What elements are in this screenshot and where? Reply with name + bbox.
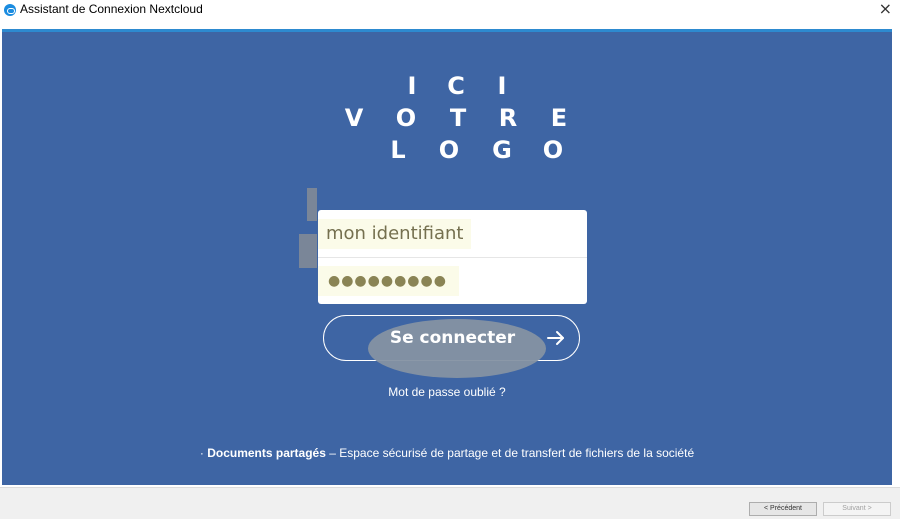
footer-bold: Documents partagés [207, 446, 326, 460]
window-title: Assistant de Connexion Nextcloud [20, 2, 203, 16]
arrow-right-icon [547, 331, 564, 345]
footer-tagline: · Documents partagés – Espace sécurisé d… [2, 446, 892, 460]
wizard-button-bar: < Précédent Suivant > [0, 487, 900, 519]
logo-letter: T [449, 104, 467, 132]
logo-letter: V [344, 104, 364, 132]
logo-letter: E [550, 104, 568, 132]
username-input[interactable]: mon identifiant [318, 219, 472, 249]
password-input[interactable]: ●●●●●●●●● [318, 266, 459, 296]
logo-letter: C [447, 72, 465, 100]
next-button[interactable]: Suivant > [823, 502, 891, 516]
logo-letter: I [407, 72, 417, 100]
logo-letter: O [395, 104, 417, 132]
forgot-password-link[interactable]: Mot de passe oublié ? [2, 385, 892, 399]
field-overlay-left [299, 234, 317, 268]
field-divider [318, 257, 587, 258]
logo-letter: L [390, 136, 406, 164]
window-edge [893, 29, 900, 487]
field-overlay-left [307, 188, 317, 221]
connect-label: Se connecter [389, 328, 516, 348]
close-icon[interactable]: × [879, 0, 892, 18]
connect-button[interactable]: Se connecter [323, 315, 580, 378]
nextcloud-icon [4, 4, 16, 16]
logo-letter: I [497, 72, 507, 100]
title-bar: Assistant de Connexion Nextcloud × [0, 0, 900, 28]
wizard-window: Assistant de Connexion Nextcloud × I C I… [0, 0, 900, 519]
footer-rest: – Espace sécurisé de partage et de trans… [325, 446, 695, 460]
login-panel: I C I V O T R E L O G O mon identifiant … [2, 29, 892, 485]
logo-letter: R [498, 104, 518, 132]
logo-letter: G [492, 136, 512, 164]
login-form: mon identifiant ●●●●●●●●● [318, 210, 587, 304]
logo-letter: O [542, 136, 564, 164]
previous-button[interactable]: < Précédent [749, 502, 817, 516]
logo-letter: O [438, 136, 460, 164]
